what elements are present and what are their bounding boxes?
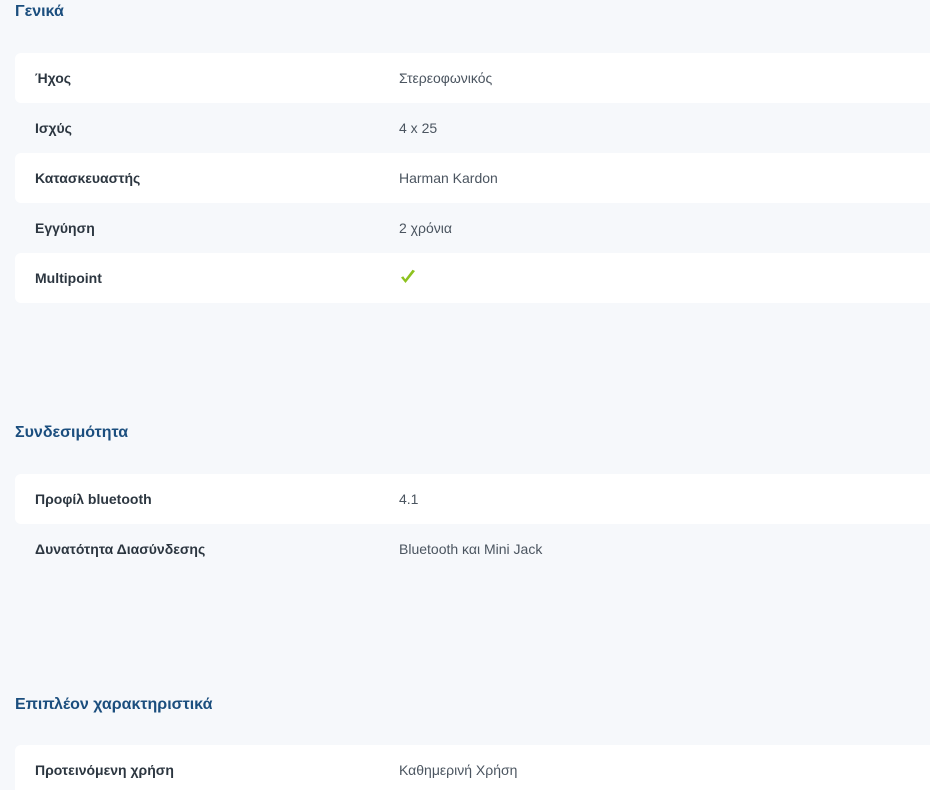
checkmark-icon [401,269,415,283]
spec-row-manufacturer: Κατασκευαστής Harman Kardon [15,153,930,203]
spec-label: Προτεινόμενη χρήση [35,762,174,778]
spec-value: Καθημερινή Χρήση [399,762,518,778]
spec-label: Προφίλ bluetooth [35,491,152,507]
spec-label: Ήχος [35,70,72,86]
spec-label: Ισχύς [35,120,72,136]
spec-row-warranty: Εγγύηση 2 χρόνια [15,203,930,253]
section-title: Συνδεσιμότητα [15,424,129,441]
spec-label: Κατασκευαστής [35,170,141,186]
spec-table: Ήχος Στερεοφωνικός Ισχύς 4 x 25 Κατασκευ… [15,53,930,303]
spec-row-multipoint: Multipoint [15,253,930,303]
section-title: Γενικά [15,3,64,20]
spec-row-connection: Δυνατότητα Διασύνδεσης Bluetooth και Min… [15,524,930,574]
spec-row-suggested-use: Προτεινόμενη χρήση Καθημερινή Χρήση [15,745,930,790]
spec-value: 4.1 [399,491,419,507]
spec-table: Προφίλ bluetooth 4.1 Δυνατότητα Διασύνδε… [15,474,930,574]
spec-label: Multipoint [35,270,102,286]
spec-value: 2 χρόνια [399,220,452,236]
spec-value: Στερεοφωνικός [399,70,493,86]
spec-value [399,268,417,289]
spec-row-bluetooth-profile: Προφίλ bluetooth 4.1 [15,474,930,524]
section-title: Επιπλέον χαρακτηριστικά [15,696,213,713]
spec-value: Bluetooth και Mini Jack [399,541,543,557]
spec-label: Εγγύηση [35,220,95,236]
spec-page: Γενικά Ήχος Στερεοφωνικός Ισχύς 4 x 25 Κ… [0,0,930,790]
spec-row-sound: Ήχος Στερεοφωνικός [15,53,930,103]
spec-row-power: Ισχύς 4 x 25 [15,103,930,153]
spec-label: Δυνατότητα Διασύνδεσης [35,541,206,557]
spec-value: Harman Kardon [399,170,498,186]
spec-value: 4 x 25 [399,120,438,136]
spec-table: Προτεινόμενη χρήση Καθημερινή Χρήση [15,745,930,790]
